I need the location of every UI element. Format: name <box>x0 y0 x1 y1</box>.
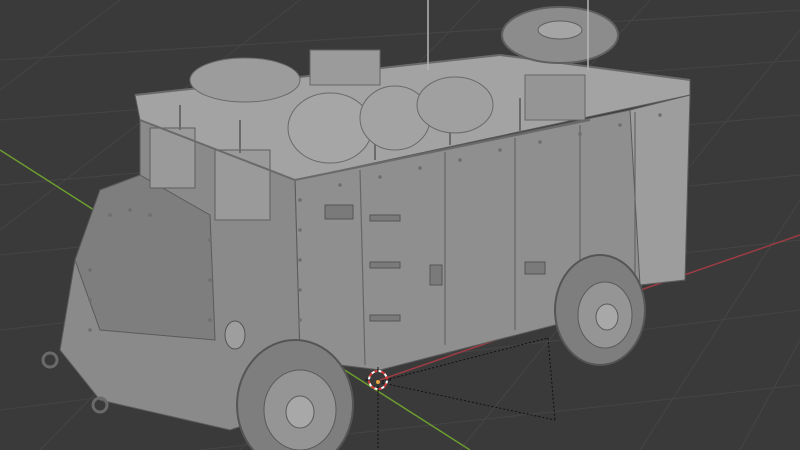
armored-truck-model[interactable] <box>41 0 691 450</box>
tow-hook-left <box>41 351 59 369</box>
headlight <box>224 320 246 350</box>
roof-crate <box>524 74 586 121</box>
roof-box <box>309 49 381 86</box>
roof-bag-2 <box>287 92 373 164</box>
rear-wheel <box>554 254 646 366</box>
viewport-canvas[interactable] <box>0 0 800 450</box>
object-origin-icon <box>376 380 380 384</box>
cab-shutter-left <box>149 127 196 189</box>
spare-tire-hub <box>537 20 583 40</box>
3d-viewport[interactable] <box>0 0 800 450</box>
truck-rear-panel <box>629 94 691 286</box>
roof-bag-1 <box>189 57 301 103</box>
roof-bag-4 <box>416 76 494 134</box>
